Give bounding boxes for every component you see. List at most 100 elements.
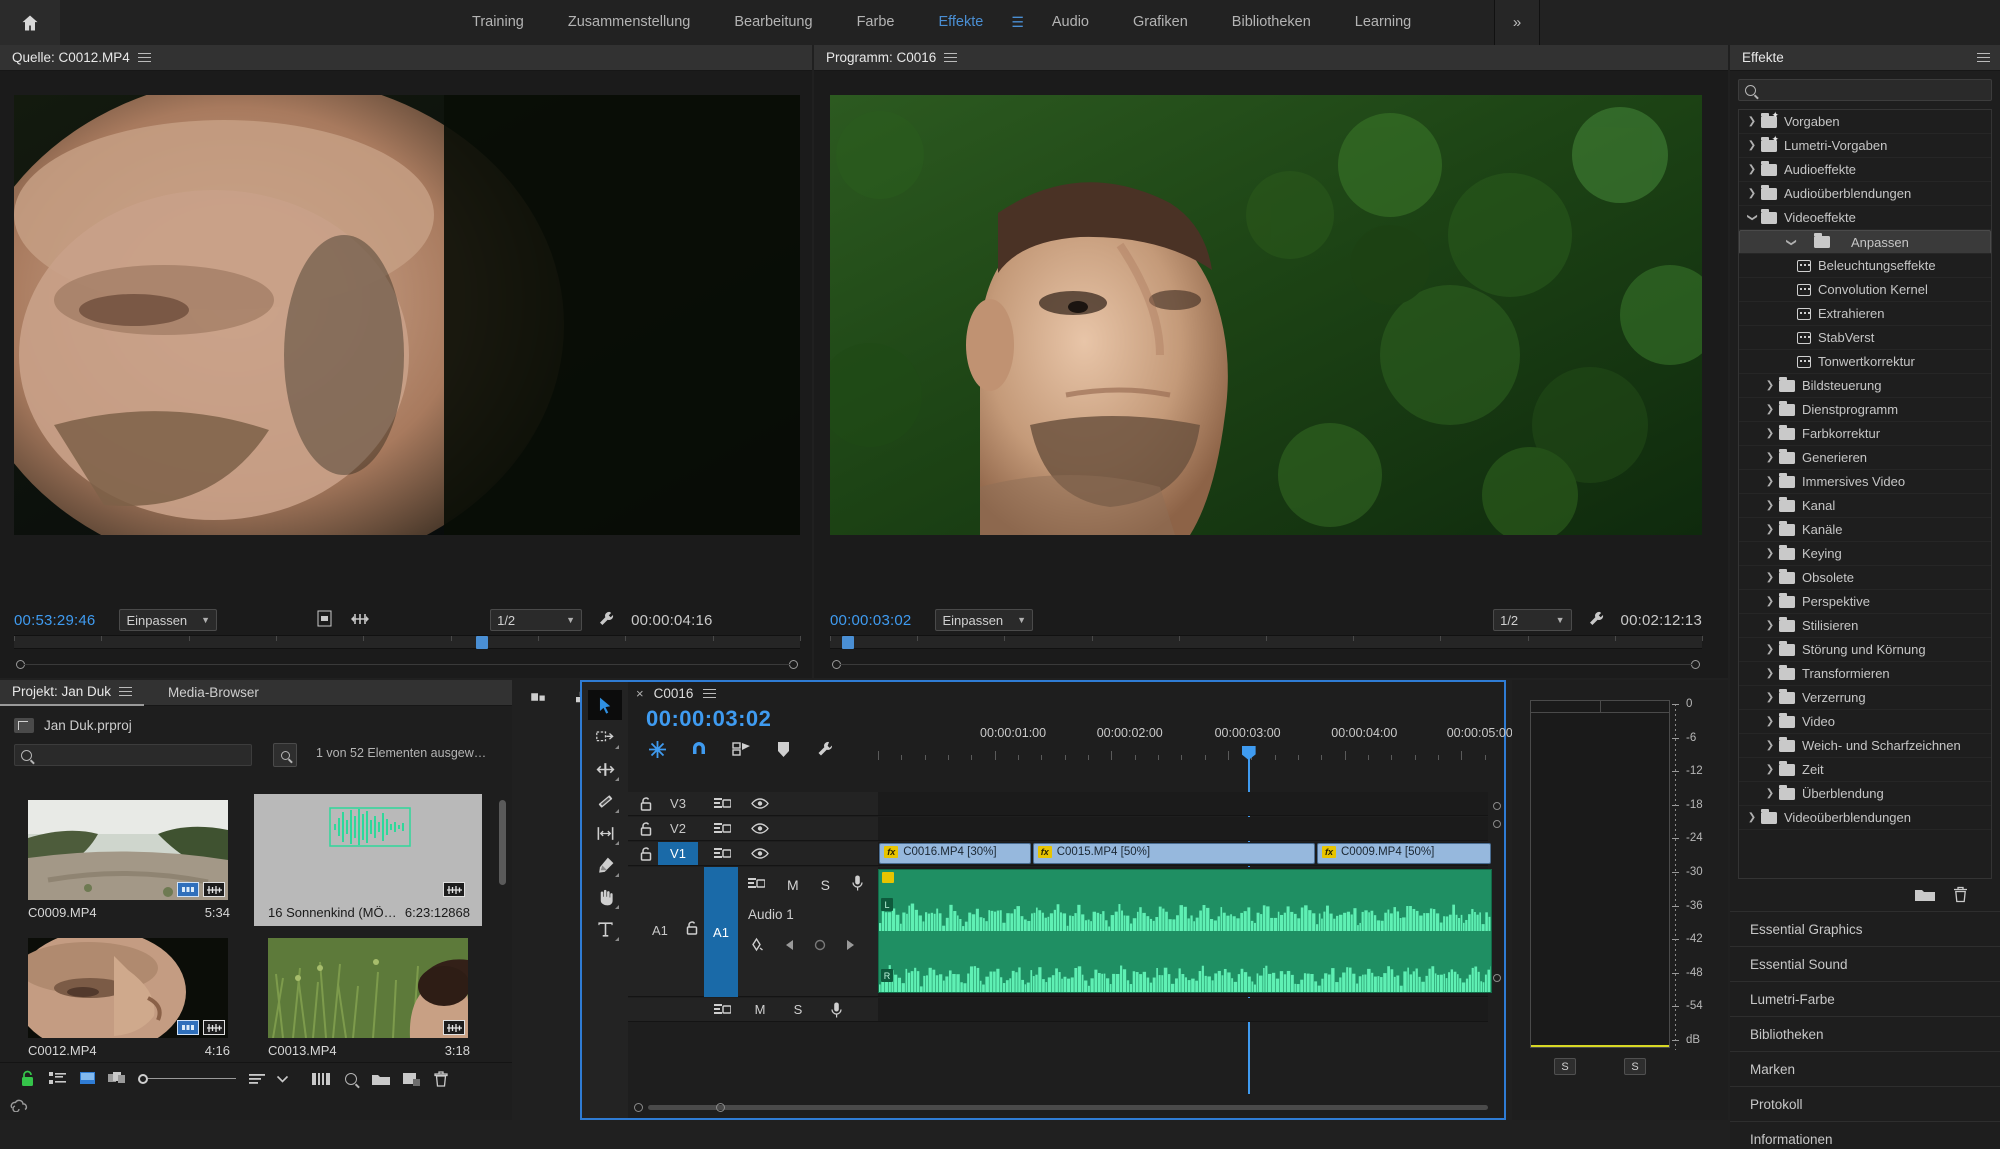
project-root-row[interactable]: Jan Duk.prproj [0,712,512,738]
vscroll-bottom-handle[interactable] [1493,974,1501,982]
audio-track-body-A1[interactable]: L R [878,867,1488,997]
timeline-audio-clip[interactable]: L R [878,869,1492,993]
project-search-box[interactable] [14,744,252,766]
tab-project[interactable]: Projekt: Jan Duk [0,680,144,706]
program-scrub-bar[interactable] [830,635,1702,649]
multicam-icon[interactable] [306,1064,336,1094]
collapsed-panel-marken[interactable]: Marken [1730,1051,2000,1086]
effects-tree-row[interactable]: ❯ Bildsteuerung [1739,374,1991,398]
keyframe-diamond-icon[interactable] [748,937,764,955]
chevron-right-icon[interactable]: ❯ [1743,140,1761,151]
workspace-tab-effekte[interactable]: Effekte [916,0,1005,45]
effects-tree-row[interactable]: Tonwertkorrektur [1739,350,1991,374]
sync-lock-icon[interactable] [712,795,732,813]
workspace-tab-audio[interactable]: Audio [1030,0,1111,45]
video-track-header-V1[interactable]: V1 [628,842,878,866]
bin-item[interactable]: 16 Sonnenkind (MÖ… 6:23:12868 [254,794,482,926]
sync-lock-icon[interactable] [748,877,765,893]
insert-button[interactable] [516,677,560,717]
effects-tree-row[interactable]: ❯ Perspektive [1739,590,1991,614]
effects-tree[interactable]: ❯Vorgaben❯Lumetri-Vorgaben❯Audioeffekte❯… [1738,109,1992,879]
close-icon[interactable]: × [636,686,644,701]
new-item-icon[interactable] [396,1064,426,1094]
timeline-vscroll[interactable] [1492,774,1502,1094]
project-search-input[interactable] [37,748,245,762]
effects-tree-row[interactable]: ❯ Störung und Körnung [1739,638,1991,662]
new-bin-icon[interactable] [366,1064,396,1094]
chevron-right-icon[interactable]: ❯ [1743,812,1761,823]
new-custom-bin-icon[interactable] [1915,887,1935,905]
effects-tree-row[interactable]: ❯ Audioüberblendungen [1739,182,1991,206]
timeline-clip[interactable]: fx C0016.MP4 [30%] [879,843,1031,864]
workspace-tab-training[interactable]: Training [450,0,546,45]
effects-tree-row[interactable]: ❯ Überblendung [1739,782,1991,806]
parent-bin-icon[interactable] [14,718,34,733]
chevron-right-icon[interactable]: ❯ [1761,596,1779,607]
source-video-preview[interactable] [14,95,800,535]
collapsed-panel-protokoll[interactable]: Protokoll [1730,1086,2000,1121]
audio-track-header-A1[interactable]: A1 A1 M S Audio 1 [628,867,878,997]
source-patch-A1[interactable]: A1 [652,923,668,938]
slip-tool[interactable] [588,818,622,848]
chevron-right-icon[interactable]: ❯ [1743,164,1761,175]
chevron-right-icon[interactable]: ❯ [1761,764,1779,775]
program-resolution-select[interactable]: 1/2 ▼ [1493,609,1571,631]
audio-meter-box[interactable] [1530,700,1670,1048]
collapsed-panel-essential-sound[interactable]: Essential Sound [1730,946,2000,981]
source-current-time[interactable]: 00:53:29:46 [14,612,95,629]
chevron-right-icon[interactable]: ❯ [1761,644,1779,655]
effects-tree-row[interactable]: Convolution Kernel [1739,278,1991,302]
effects-tree-row[interactable]: ❯Vorgaben [1739,110,1991,134]
mute-track-button[interactable]: M [787,877,799,893]
panel-menu-icon[interactable] [944,50,957,65]
effects-tree-row[interactable]: StabVerst [1739,326,1991,350]
settings-button-icon[interactable] [317,610,332,630]
bin-thumbnail[interactable] [28,800,228,900]
program-inout-bar[interactable] [830,660,1702,672]
effects-tree-row[interactable]: ❯ Dienstprogramm [1739,398,1991,422]
home-button[interactable] [0,0,60,45]
chevron-right-icon[interactable]: ❯ [1761,428,1779,439]
marker-icon[interactable] [772,738,794,760]
wrench-icon[interactable] [814,738,836,760]
timeline-clip[interactable]: fx C0009.MP4 [50%] [1317,843,1491,864]
effects-tree-row[interactable]: ❯ Immersives Video [1739,470,1991,494]
timeline-playhead-head[interactable] [1248,746,1250,768]
delete-custom-items-icon[interactable] [1953,886,1968,906]
icon-view-icon[interactable] [72,1064,102,1094]
effects-tree-row[interactable]: ❯ Stilisieren [1739,614,1991,638]
track-target-V3[interactable]: V3 [658,792,698,815]
bin-item[interactable]: C0009.MP4 5:34 [14,794,242,926]
source-fit-select[interactable]: Einpassen ▼ [119,609,217,631]
track-output-eye-icon[interactable] [750,845,770,863]
project-scrollbar[interactable] [499,800,506,885]
video-track-body-V3[interactable] [878,792,1488,816]
program-settings-wrench-icon[interactable] [1588,610,1605,630]
chevron-right-icon[interactable]: ❯ [1761,500,1779,511]
effects-tree-row[interactable]: ❯ Audioeffekte [1739,158,1991,182]
type-tool[interactable] [588,914,622,944]
panel-menu-icon[interactable] [1977,50,1990,65]
chevron-right-icon[interactable]: ❯ [1761,404,1779,415]
effects-tree-row[interactable]: ❯ Generieren [1739,446,1991,470]
effects-tree-row[interactable]: ❯ Keying [1739,542,1991,566]
tab-source-monitor[interactable]: Quelle: C0012.MP4 [0,45,163,71]
track-output-eye-icon[interactable] [750,795,770,813]
effects-search-input[interactable] [1761,83,1985,97]
workspace-tab-bearbeitung[interactable]: Bearbeitung [712,0,834,45]
prev-keyframe-icon[interactable] [784,938,794,954]
video-track-body-V1[interactable]: fx C0016.MP4 [30%] fx C0015.MP4 [50%] fx… [878,842,1488,866]
chevron-right-icon[interactable]: ❯ [1761,740,1779,751]
effects-tree-row[interactable]: Beleuchtungseffekte [1739,254,1991,278]
chevron-right-icon[interactable]: ❯ [1761,524,1779,535]
project-bin-grid[interactable]: C0009.MP4 5:34 16 Sonnenkind (MÖ… 6:23:1… [14,794,498,1066]
effects-tree-row[interactable]: ❯ Verzerrung [1739,686,1991,710]
workspace-tab-farbe[interactable]: Farbe [835,0,917,45]
source-scrub-bar[interactable] [14,635,800,649]
bin-thumbnail[interactable] [268,800,468,900]
voice-record-button[interactable] [826,1001,846,1019]
workspace-tab-zusammenstellung[interactable]: Zusammenstellung [546,0,713,45]
effects-tree-row[interactable]: ❯ Kanal [1739,494,1991,518]
track-target-V2[interactable]: V2 [658,817,698,840]
timeline-hscroll-area[interactable] [628,1096,1504,1118]
